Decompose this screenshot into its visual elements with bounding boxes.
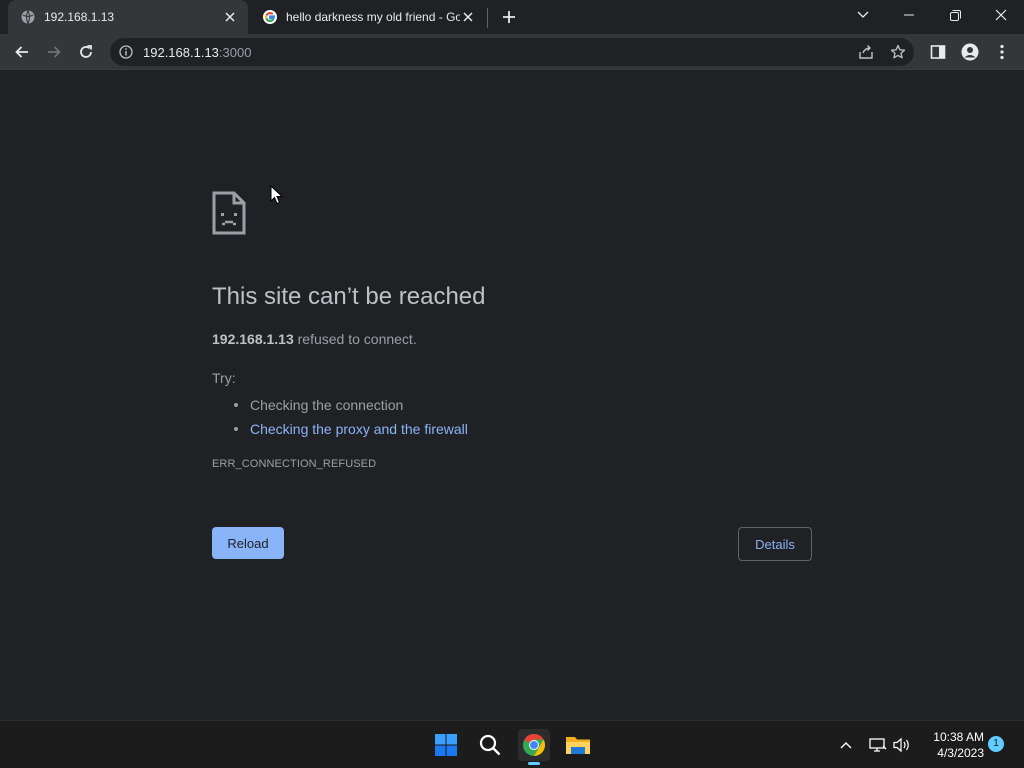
- browser-toolbar: 192.168.1.13:3000: [0, 34, 1024, 70]
- address-bar[interactable]: 192.168.1.13:3000: [110, 38, 914, 66]
- new-tab-button[interactable]: [497, 5, 521, 29]
- tab-192-168-1-13[interactable]: 192.168.1.13: [8, 0, 248, 34]
- info-icon[interactable]: [118, 44, 134, 60]
- clock-date: 4/3/2023: [937, 746, 984, 760]
- minimize-button[interactable]: [886, 0, 932, 30]
- url-port: :3000: [218, 44, 252, 60]
- arrow-right-icon: [48, 46, 61, 58]
- try-label: Try:: [212, 370, 236, 386]
- tab-strip: 192.168.1.13 hello darkness my old frien…: [0, 0, 1024, 34]
- bullet-icon: [234, 403, 238, 407]
- chevron-down-icon: [857, 11, 869, 18]
- details-button[interactable]: Details: [738, 527, 812, 561]
- side-panel-icon: [930, 45, 946, 59]
- error-host: 192.168.1.13: [212, 331, 294, 347]
- tab-search-button[interactable]: [840, 0, 886, 30]
- notification-badge[interactable]: 1: [988, 736, 1004, 752]
- plus-icon: [503, 11, 515, 23]
- proxy-firewall-link[interactable]: Checking the proxy and the firewall: [250, 420, 468, 438]
- search-icon: [479, 734, 501, 756]
- profile-button[interactable]: [956, 38, 984, 66]
- back-button[interactable]: [8, 38, 36, 66]
- close-icon: [995, 9, 1007, 21]
- minimize-icon: [904, 14, 914, 16]
- taskbar: 10:38 AM 4/3/2023: [0, 720, 1024, 768]
- error-title: This site can’t be reached: [212, 283, 486, 310]
- restore-icon: [949, 9, 961, 21]
- windows-start-icon: [435, 734, 457, 756]
- menu-button[interactable]: [988, 38, 1016, 66]
- tab-divider: [487, 8, 488, 28]
- close-icon[interactable]: [222, 9, 238, 25]
- tab-title: 192.168.1.13: [44, 10, 115, 24]
- start-button[interactable]: [430, 729, 462, 761]
- chevron-up-icon: [840, 742, 852, 749]
- google-icon: [262, 9, 278, 25]
- suggestion-item: Checking the proxy and the firewall: [234, 417, 468, 441]
- error-description-text: refused to connect.: [293, 331, 417, 347]
- url-text[interactable]: 192.168.1.13:3000: [143, 45, 251, 60]
- network-button[interactable]: [868, 733, 888, 757]
- chrome-icon: [523, 734, 545, 756]
- restore-button[interactable]: [932, 0, 978, 30]
- clock[interactable]: 10:38 AM 4/3/2023: [918, 729, 984, 761]
- taskbar-search-button[interactable]: [474, 729, 506, 761]
- arrow-left-icon: [15, 46, 28, 58]
- close-window-button[interactable]: [978, 0, 1024, 30]
- reload-toolbar-button[interactable]: [72, 38, 100, 66]
- error-code: ERR_CONNECTION_REFUSED: [212, 458, 377, 470]
- url-host: 192.168.1.13: [143, 44, 219, 60]
- kebab-menu-icon: [1000, 44, 1004, 60]
- tab-title: hello darkness my old friend - Go: [286, 10, 460, 24]
- globe-icon: [20, 9, 36, 25]
- suggestion-text: Checking the connection: [250, 397, 404, 413]
- share-icon[interactable]: [858, 44, 874, 65]
- sad-page-icon: [212, 191, 246, 235]
- mouse-cursor-icon: [270, 185, 284, 205]
- taskbar-file-explorer-button[interactable]: [562, 729, 594, 761]
- show-hidden-icons-button[interactable]: [836, 733, 856, 757]
- reload-button[interactable]: Reload: [212, 527, 284, 559]
- error-page: This site can’t be reached 192.168.1.13 …: [0, 71, 1024, 720]
- network-icon: [869, 738, 887, 752]
- bullet-icon: [234, 427, 238, 431]
- refresh-icon: [80, 45, 92, 58]
- suggestions-list: Checking the connection Checking the pro…: [234, 393, 468, 441]
- close-icon[interactable]: [460, 9, 476, 25]
- side-panel-button[interactable]: [924, 38, 952, 66]
- profile-icon: [961, 43, 979, 61]
- tab-google-search[interactable]: hello darkness my old friend - Go: [250, 0, 486, 34]
- error-description: 192.168.1.13 refused to connect.: [212, 331, 417, 347]
- speaker-icon: [893, 737, 909, 753]
- bookmark-star-icon[interactable]: [890, 44, 906, 65]
- suggestion-item: Checking the connection: [234, 393, 468, 417]
- clock-time: 10:38 AM: [933, 730, 984, 744]
- forward-button[interactable]: [40, 38, 68, 66]
- taskbar-chrome-button[interactable]: [518, 729, 550, 765]
- active-indicator: [528, 762, 540, 765]
- volume-button[interactable]: [892, 733, 912, 757]
- file-explorer-icon: [566, 737, 590, 754]
